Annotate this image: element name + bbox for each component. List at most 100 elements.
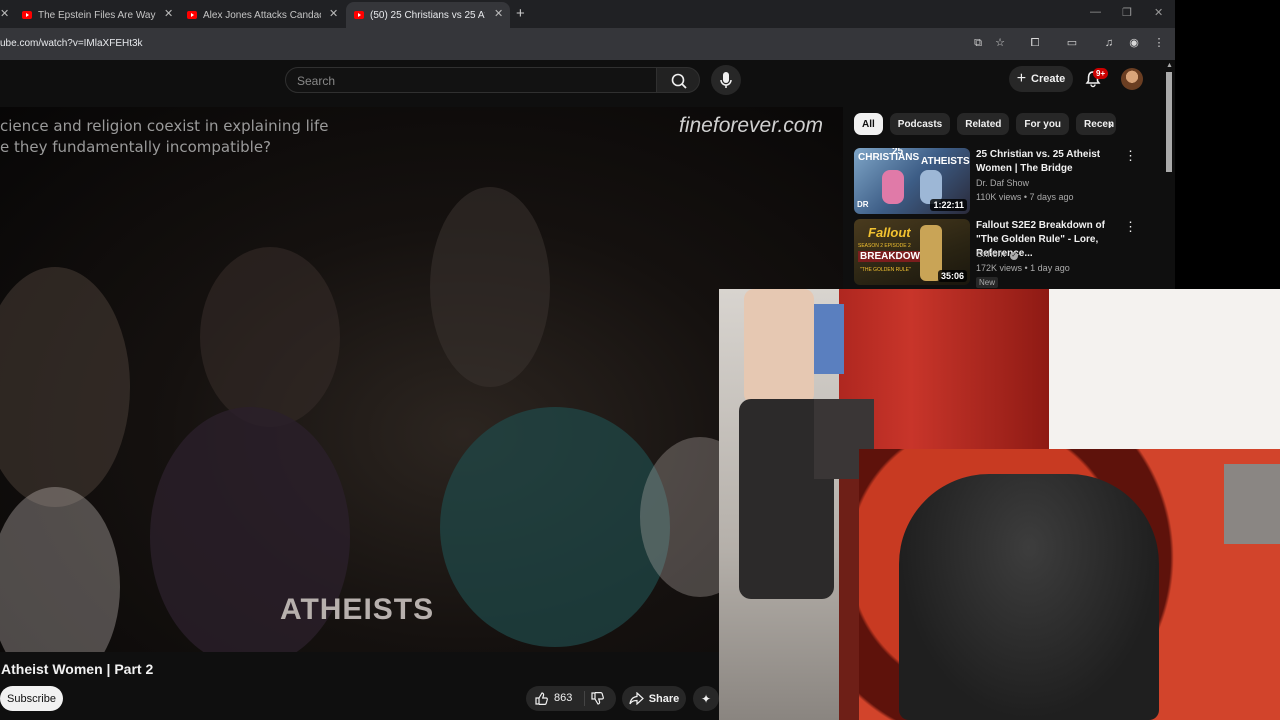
subscribe-button[interactable]: Subscribe <box>0 686 63 711</box>
thumbnail-text: CHRISTIANS <box>858 152 920 163</box>
tab-title: (50) 25 Christians vs 25 Atheist <box>370 9 485 21</box>
sparkle-icon: ✦ <box>700 691 712 706</box>
video-thumbnail[interactable]: CHRISTIANS 25 ATHEISTS DR 1:22:11 <box>854 148 970 214</box>
youtube-favicon-icon <box>22 11 32 19</box>
new-tab-plus-icon[interactable]: + <box>516 5 525 22</box>
search-icon <box>671 73 687 89</box>
verified-check-icon: ✓ <box>1010 252 1019 260</box>
filter-chips: All Podcasts Related For you Recen <box>854 113 1117 135</box>
views-meta: 110K views • 7 days ago <box>976 192 1074 202</box>
channel-name[interactable]: Dr. Daf Show <box>976 178 1029 188</box>
person-torso <box>744 289 814 404</box>
tab-epstein[interactable]: The Epstein Files Are Way Wors <box>22 2 157 28</box>
create-button[interactable]: + Create <box>1009 66 1073 92</box>
more-options-icon[interactable]: ⋮ <box>1124 148 1137 164</box>
video-figure <box>440 407 670 647</box>
chip-related[interactable]: Related <box>957 113 1010 135</box>
avatar[interactable] <box>1121 68 1143 90</box>
channel-logo-text: DR <box>857 200 869 209</box>
video-caption: cience and religion coexist in explainin… <box>0 116 328 158</box>
youtube-header: Search + Create 9+ <box>0 60 1175 104</box>
thumbnail-text: 25 <box>892 148 904 157</box>
recommendation-item[interactable]: CHRISTIANS 25 ATHEISTS DR 1:22:11 25 Chr… <box>854 148 1154 214</box>
caption-line: e they fundamentally incompatible? <box>0 138 272 156</box>
profile-icon[interactable]: ◉ <box>1127 36 1141 50</box>
share-button[interactable]: Share <box>622 686 686 711</box>
chip-for-you[interactable]: For you <box>1016 113 1070 135</box>
pillow <box>1224 464 1280 544</box>
video-figure <box>200 247 340 427</box>
restore-icon[interactable]: ❐ <box>1122 6 1132 19</box>
video-overlay-text: ATHEISTS <box>280 593 435 626</box>
channel-name[interactable]: Oxhorn ✓ <box>976 249 1019 260</box>
media-controls-icon[interactable]: ♫ <box>1102 36 1116 50</box>
video-figure <box>0 267 130 507</box>
watermark: fineforever.com <box>679 114 823 137</box>
tab-alex-jones[interactable]: Alex Jones Attacks Candace Ow <box>187 2 321 28</box>
tab-strip: ✕ The Epstein Files Are Way Wors ✕ Alex … <box>0 0 1175 28</box>
search-input[interactable]: Search <box>285 67 657 93</box>
recommendation-item[interactable]: Fallout SEASON 2 EPISODE 2 BREAKDOWN "TH… <box>854 219 1154 288</box>
minimize-icon[interactable]: — <box>1090 6 1101 18</box>
thumbnail-text: "THE GOLDEN RULE" <box>860 267 911 273</box>
thumbs-up-icon[interactable] <box>534 691 549 706</box>
like-dislike-group: 863 <box>526 686 616 711</box>
share-arrow-icon <box>629 692 644 705</box>
thumbnail-figure <box>882 170 904 204</box>
search-button[interactable] <box>656 67 700 93</box>
chip-podcasts[interactable]: Podcasts <box>889 113 951 135</box>
new-badge: New <box>976 277 999 288</box>
ask-button[interactable]: ✦ <box>693 686 719 711</box>
white-wall <box>1049 289 1280 454</box>
thumbnail-text: SEASON 2 EPISODE 2 <box>858 243 911 249</box>
voice-search-button[interactable] <box>711 65 741 95</box>
tab-christians-vs-atheists[interactable]: (50) 25 Christians vs 25 Atheist <box>346 2 510 28</box>
thumbs-down-icon[interactable] <box>590 691 605 706</box>
caption-line: cience and religion coexist in explainin… <box>0 117 329 135</box>
plus-icon: + <box>1016 70 1027 87</box>
duration-badge: 1:22:11 <box>930 199 967 211</box>
scrollbar-thumb[interactable] <box>1166 72 1172 172</box>
bookmark-star-icon[interactable]: ☆ <box>993 36 1007 50</box>
black-blanket <box>899 474 1159 720</box>
thumbnail-text: BREAKDOWN <box>858 251 930 262</box>
microphone-icon <box>720 72 732 88</box>
scroll-up-arrow-icon[interactable]: ▲ <box>1166 62 1173 69</box>
video-player[interactable]: cience and religion coexist in explainin… <box>0 107 843 652</box>
chip-all[interactable]: All <box>854 113 883 135</box>
webcam-overlay <box>719 289 1280 720</box>
video-figure <box>430 187 550 387</box>
create-label: Create <box>1031 73 1066 85</box>
youtube-favicon-icon <box>187 11 197 19</box>
divider <box>584 691 585 706</box>
chevron-right-icon[interactable]: › <box>1108 116 1113 132</box>
url-text[interactable]: ube.com/watch?v=IMlaXFEHt3k <box>0 38 143 49</box>
thumbnail-text: Fallout <box>868 225 911 240</box>
tab-title: Alex Jones Attacks Candace Ow <box>203 9 321 21</box>
tab-close-icon[interactable]: ✕ <box>329 7 338 20</box>
screen: ✕ The Epstein Files Are Way Wors ✕ Alex … <box>0 0 1280 720</box>
tab-title: The Epstein Files Are Way Wors <box>38 9 157 21</box>
tab-close-icon[interactable]: ✕ <box>164 7 173 20</box>
video-thumbnail[interactable]: Fallout SEASON 2 EPISODE 2 BREAKDOWN "TH… <box>854 219 970 285</box>
tab-close-icon[interactable]: ✕ <box>494 7 503 20</box>
recommendation-title[interactable]: 25 Christian vs. 25 Atheist Women | The … <box>976 148 1126 176</box>
split-view-icon[interactable]: ▭ <box>1065 36 1079 50</box>
channel-name-text: Oxhorn <box>976 249 1006 259</box>
search-placeholder: Search <box>297 74 336 88</box>
video-title: Atheist Women | Part 2 <box>1 661 154 677</box>
video-figure <box>0 487 120 652</box>
address-bar: ube.com/watch?v=IMlaXFEHt3k ⧉ ☆ ⧠ ▭ ♫ ◉ … <box>0 28 1175 60</box>
install-app-icon[interactable]: ⧉ <box>971 36 985 50</box>
youtube-favicon-icon <box>354 11 364 19</box>
browser-menu-icon[interactable]: ⋮ <box>1152 36 1166 50</box>
window-close-icon[interactable]: ✕ <box>1154 6 1163 19</box>
notification-badge: 9+ <box>1093 68 1109 79</box>
extensions-icon[interactable]: ⧠ <box>1028 36 1042 50</box>
share-label: Share <box>648 692 680 705</box>
more-options-icon[interactable]: ⋮ <box>1124 219 1137 235</box>
thumbnail-text: ATHEISTS <box>921 156 970 167</box>
views-meta: 172K views • 1 day ago <box>976 263 1070 273</box>
blue-box <box>814 304 844 374</box>
tab-close-icon[interactable]: ✕ <box>0 7 9 20</box>
